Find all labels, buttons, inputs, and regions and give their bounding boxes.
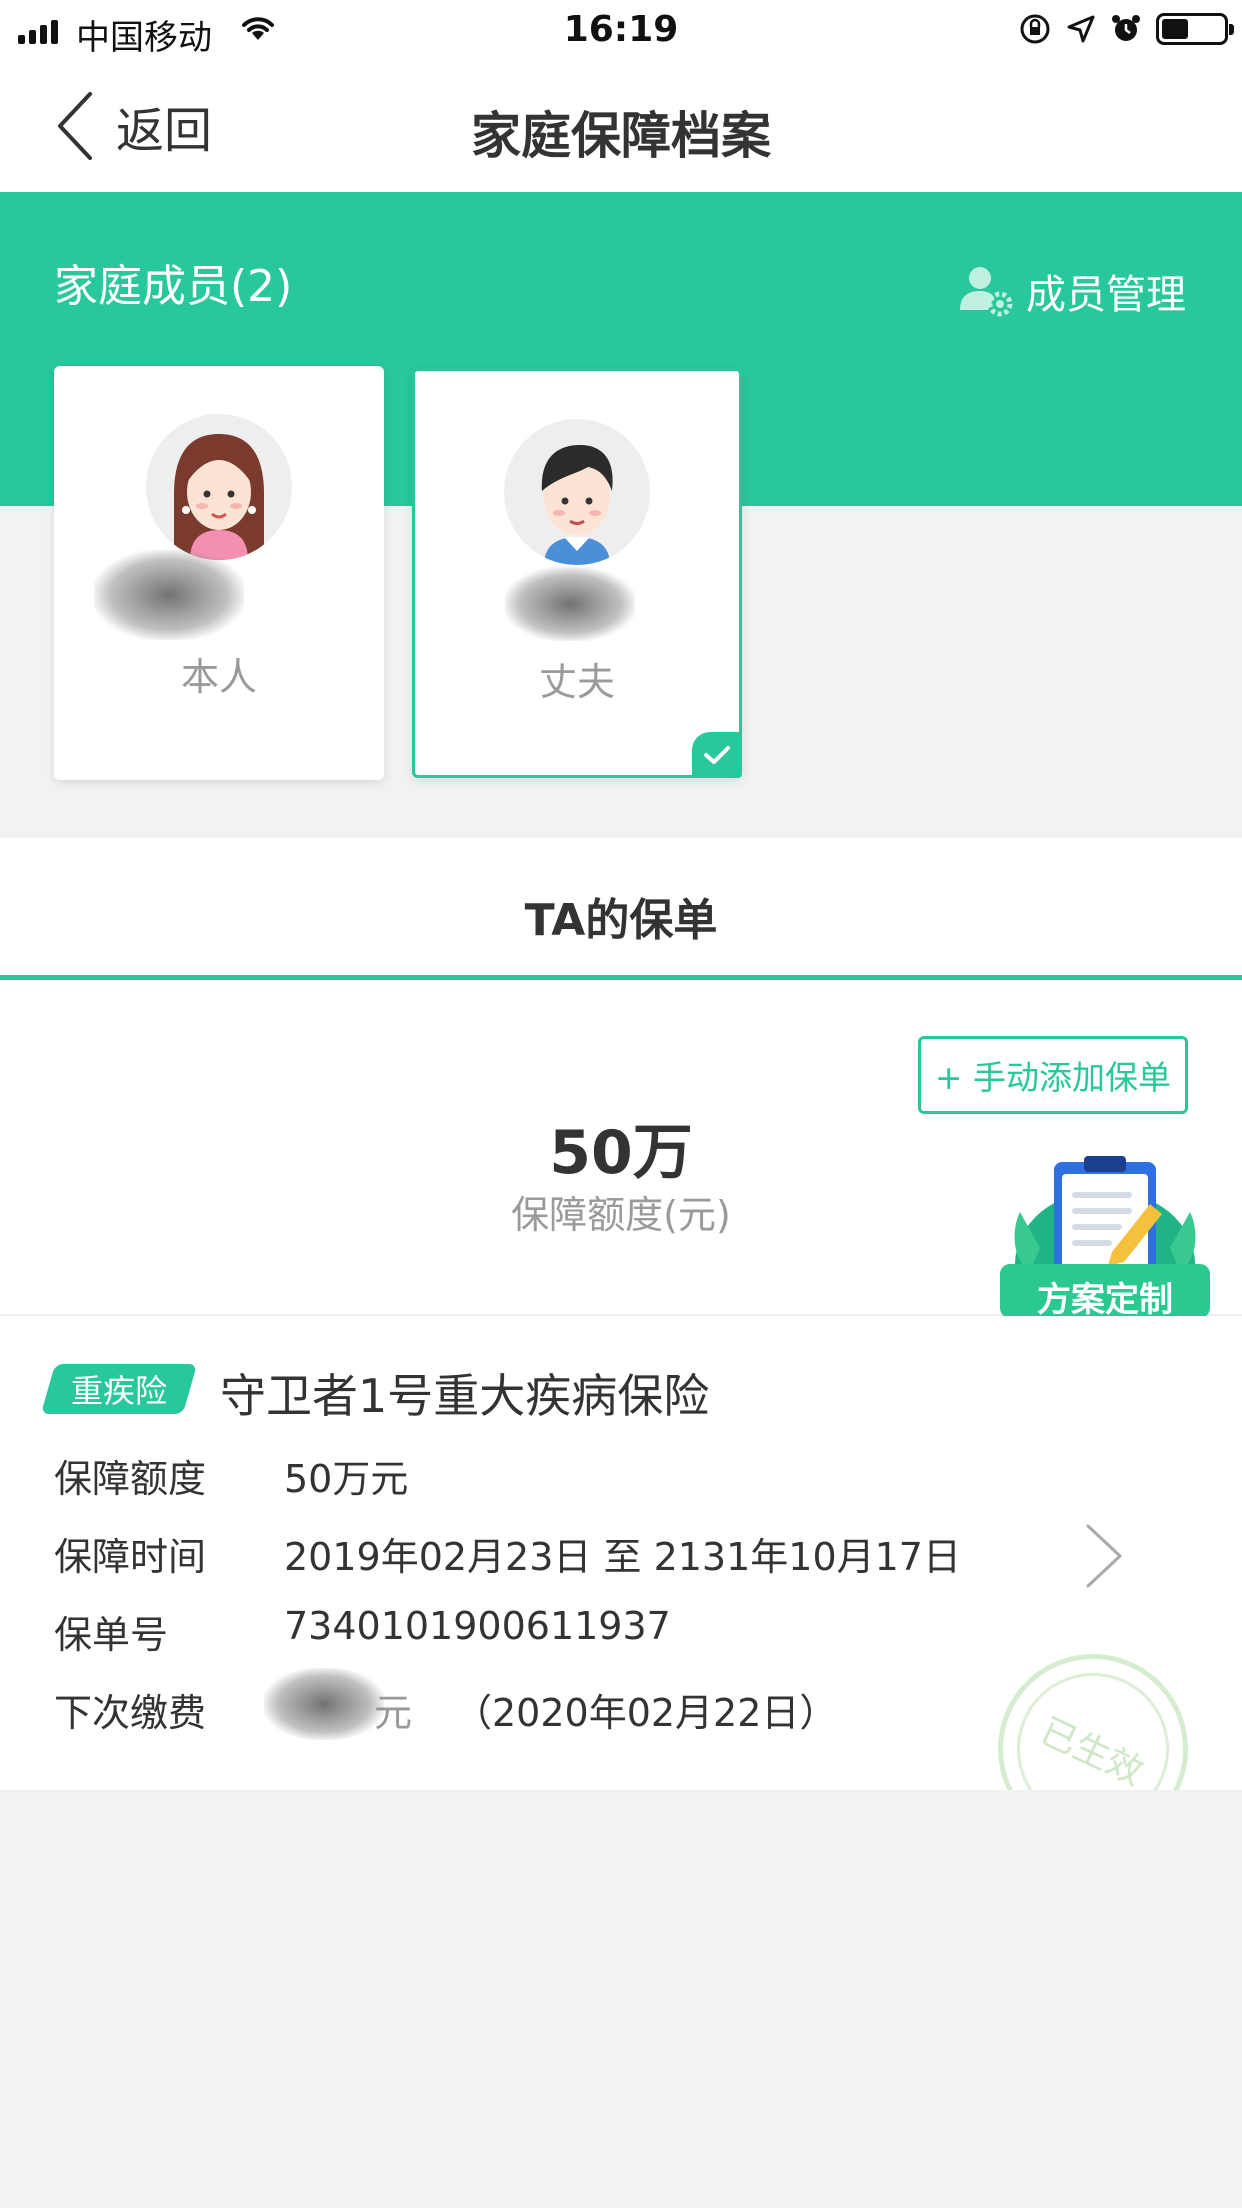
row-key: 保障时间 (54, 1535, 207, 1579)
battery-icon (1156, 13, 1234, 45)
nav-bar: 返回 家庭保障档案 (0, 60, 1242, 192)
policy-type-tag: 重疾险 (48, 1364, 190, 1414)
row-key: 保单号 (54, 1613, 169, 1657)
policy-row-coverage: 保障额度 50万元 (54, 1448, 408, 1503)
policy-row-number: 保单号 7340101900611937 (54, 1604, 671, 1659)
page-title: 家庭保障档案 (471, 107, 771, 165)
chevron-right-icon (1086, 1524, 1122, 1588)
row-key: 下次缴费 (54, 1691, 207, 1735)
rotation-lock-icon (1020, 14, 1050, 44)
member-settings-icon (960, 267, 1013, 317)
location-icon (1067, 15, 1095, 43)
redacted-name (505, 567, 635, 641)
payment-date: （2020年02月22日） (454, 1691, 838, 1735)
plan-customize-label: 方案定制 (1037, 1280, 1173, 1320)
policy-name: 守卫者1号重大疾病保险 (220, 1369, 710, 1423)
row-value: 元 (264, 1668, 454, 1740)
row-key: 保障额度 (54, 1457, 207, 1501)
active-status-stamp: 已生效 (966, 1622, 1220, 1790)
plan-customize-button[interactable]: 方案定制 (1000, 1152, 1210, 1342)
policy-row-next-payment: 下次缴费 元 （2020年02月22日） (54, 1668, 838, 1740)
member-card-self[interactable]: 本人 (54, 366, 384, 780)
policy-row-period: 保障时间 2019年02月23日 至 2131年10月17日 (54, 1526, 961, 1581)
tab-policies-label: TA的保单 (524, 895, 718, 946)
row-value: 50万元 (284, 1457, 409, 1501)
row-value: 7340101900611937 (284, 1604, 671, 1648)
row-value: 2019年02月23日 至 2131年10月17日 (284, 1535, 961, 1579)
member-role-self: 本人 (180, 655, 257, 699)
member-manage-label: 成员管理 (1026, 272, 1186, 318)
redacted-amount (264, 1668, 384, 1740)
redacted-name (94, 550, 244, 640)
member-role-spouse: 丈夫 (538, 660, 615, 704)
male-avatar (504, 419, 650, 565)
add-policy-button[interactable]: + 手动添加保单 (918, 1036, 1188, 1114)
policy-card[interactable]: 重疾险 守卫者1号重大疾病保险 保障额度 50万元 保障时间 2019年02月2… (0, 1316, 1242, 1790)
family-members-title: 家庭成员(2) (54, 261, 293, 312)
member-manage-button[interactable]: 成员管理 (958, 262, 1186, 320)
tab-policies[interactable]: TA的保单 (0, 838, 1242, 980)
female-avatar (146, 414, 292, 560)
member-card-spouse[interactable]: 丈夫 (412, 368, 742, 778)
selected-check-icon (692, 732, 742, 778)
stamp-label: 已生效 (1033, 1710, 1150, 1790)
alarm-icon (1112, 15, 1140, 41)
policy-type-label: 重疾险 (70, 1372, 167, 1410)
status-bar: 中国移动 16:19 (0, 0, 1242, 60)
